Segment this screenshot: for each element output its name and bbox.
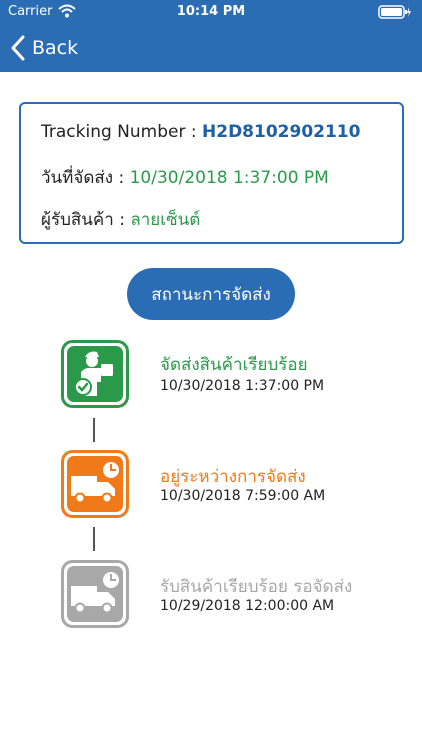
step-date-in-transit: 10/30/2018 7:59:00 AM (160, 488, 326, 504)
truck-clock-icon (61, 450, 129, 518)
delivery-date-label: วันที่จัดส่ง : (41, 168, 125, 188)
tracking-info-card: Tracking Number : H2D8102902110 วันที่จั… (19, 102, 404, 244)
step-date-awaiting: 10/29/2018 12:00:00 AM (160, 598, 335, 614)
navigation-bar: Carrier 10:14 PM Back (0, 0, 422, 72)
tracking-number-label: Tracking Number : (41, 122, 197, 142)
tracking-number-row: Tracking Number : H2D8102902110 (41, 122, 360, 142)
timeline-connector (93, 527, 95, 551)
tracking-number-value: H2D8102902110 (202, 122, 361, 142)
truck-clock-icon (61, 560, 129, 628)
step-date-delivered: 10/30/2018 1:37:00 PM (160, 378, 325, 394)
step-title-in-transit: อยู่ระหว่างการจัดส่ง (160, 467, 306, 487)
chevron-left-icon (11, 35, 25, 61)
receiver-value[interactable]: ลายเซ็นต์ (130, 210, 200, 230)
timeline-connector (93, 418, 95, 442)
step-title-delivered: จัดส่งสินค้าเรียบร้อย (160, 355, 308, 375)
status-bar: Carrier 10:14 PM (0, 0, 422, 24)
back-label: Back (32, 37, 79, 59)
delivery-date-row: วันที่จัดส่ง : 10/30/2018 1:37:00 PM (41, 164, 329, 191)
receiver-row: ผู้รับสินค้า : ลายเซ็นต์ (41, 206, 200, 233)
delivery-date-value: 10/30/2018 1:37:00 PM (129, 168, 329, 188)
battery-icon (378, 5, 411, 19)
delivery-status-button[interactable]: สถานะการจัดส่ง (127, 268, 295, 320)
back-button[interactable]: Back (8, 34, 78, 62)
step-title-awaiting: รับสินค้าเรียบร้อย รอจัดส่ง (160, 577, 353, 597)
clock: 10:14 PM (176, 4, 246, 19)
receiver-label: ผู้รับสินค้า : (41, 210, 125, 230)
delivered-person-icon (61, 340, 129, 408)
